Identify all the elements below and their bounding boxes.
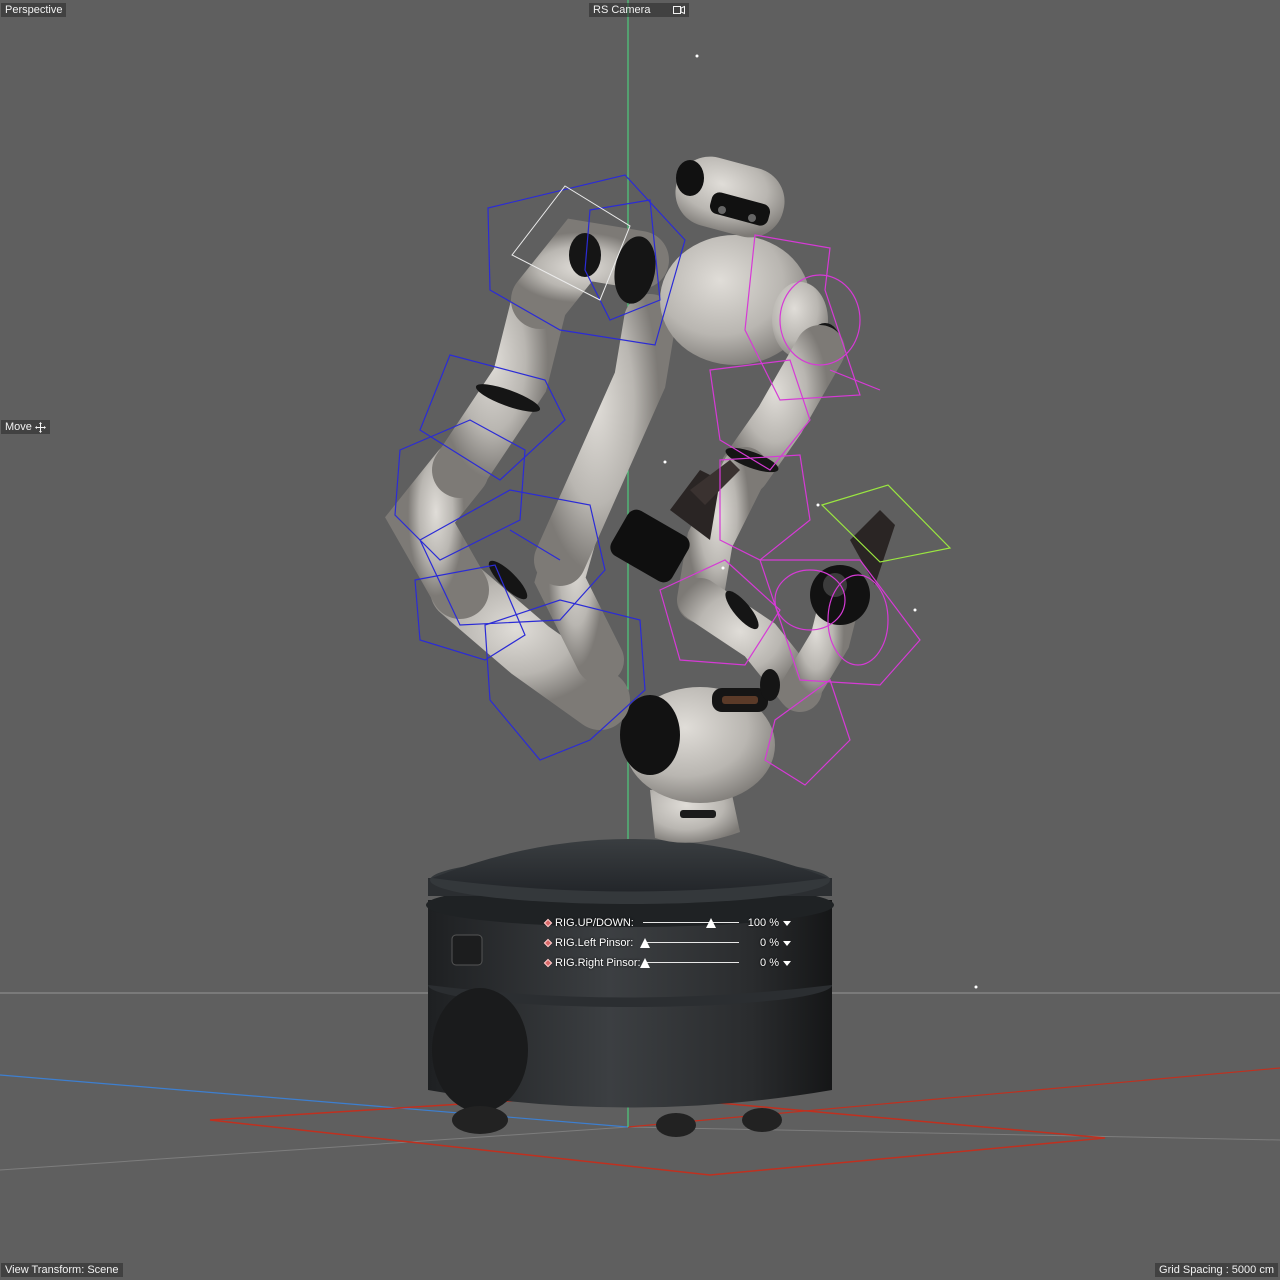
tool-name: Move [5,421,32,433]
3d-viewport[interactable]: Perspective RS Camera Move View Transfor… [0,0,1280,1280]
chevron-down-icon[interactable] [783,960,791,966]
rig-slider-label: RIG.Left Pinsor: [555,937,634,949]
rig-slider-value[interactable]: 100 % [739,917,783,929]
rig-hud-panel: RIG.UP/DOWN: 100 % RIG.Left Pinsor: 0 % … [540,913,800,973]
rig-slider-left-pinsor[interactable]: RIG.Left Pinsor: 0 % [540,933,800,953]
rig-slider-track[interactable] [640,957,739,969]
rig-slider-updown[interactable]: RIG.UP/DOWN: 100 % [540,913,800,933]
camera-icon[interactable] [673,5,685,15]
rig-slider-track[interactable] [640,937,739,949]
slider-thumb[interactable] [640,958,650,968]
rig-slider-label: RIG.Right Pinsor: [555,957,641,969]
robot-base[interactable] [426,839,834,1137]
rig-slider-value[interactable]: 0 % [739,937,783,949]
keyframe-diamond-icon[interactable] [543,938,553,948]
rig-slider-track[interactable] [643,917,739,929]
view-transform-label: View Transform: Scene [1,1263,123,1277]
keyframe-diamond-icon[interactable] [543,958,553,968]
camera-selector[interactable]: RS Camera [589,3,689,17]
ground-grid [0,1126,1280,1171]
slider-thumb[interactable] [640,938,650,948]
active-tool-label[interactable]: Move [1,420,50,434]
rig-slider-label: RIG.UP/DOWN: [555,917,634,929]
move-icon [34,421,46,433]
view-name-label[interactable]: Perspective [1,3,67,17]
keyframe-diamond-icon[interactable] [543,918,553,928]
rig-slider-value[interactable]: 0 % [739,957,783,969]
chevron-down-icon[interactable] [783,920,791,926]
scene-render[interactable] [0,0,1280,1280]
robot-torso[interactable] [620,687,775,843]
grid-spacing-label: Grid Spacing : 5000 cm [1155,1263,1278,1277]
right-gripper[interactable] [810,510,895,625]
camera-name-label: RS Camera [593,4,651,16]
slider-thumb[interactable] [706,918,716,928]
rig-slider-right-pinsor[interactable]: RIG.Right Pinsor: 0 % [540,953,800,973]
right-arm[interactable] [677,325,860,712]
chevron-down-icon[interactable] [783,940,791,946]
